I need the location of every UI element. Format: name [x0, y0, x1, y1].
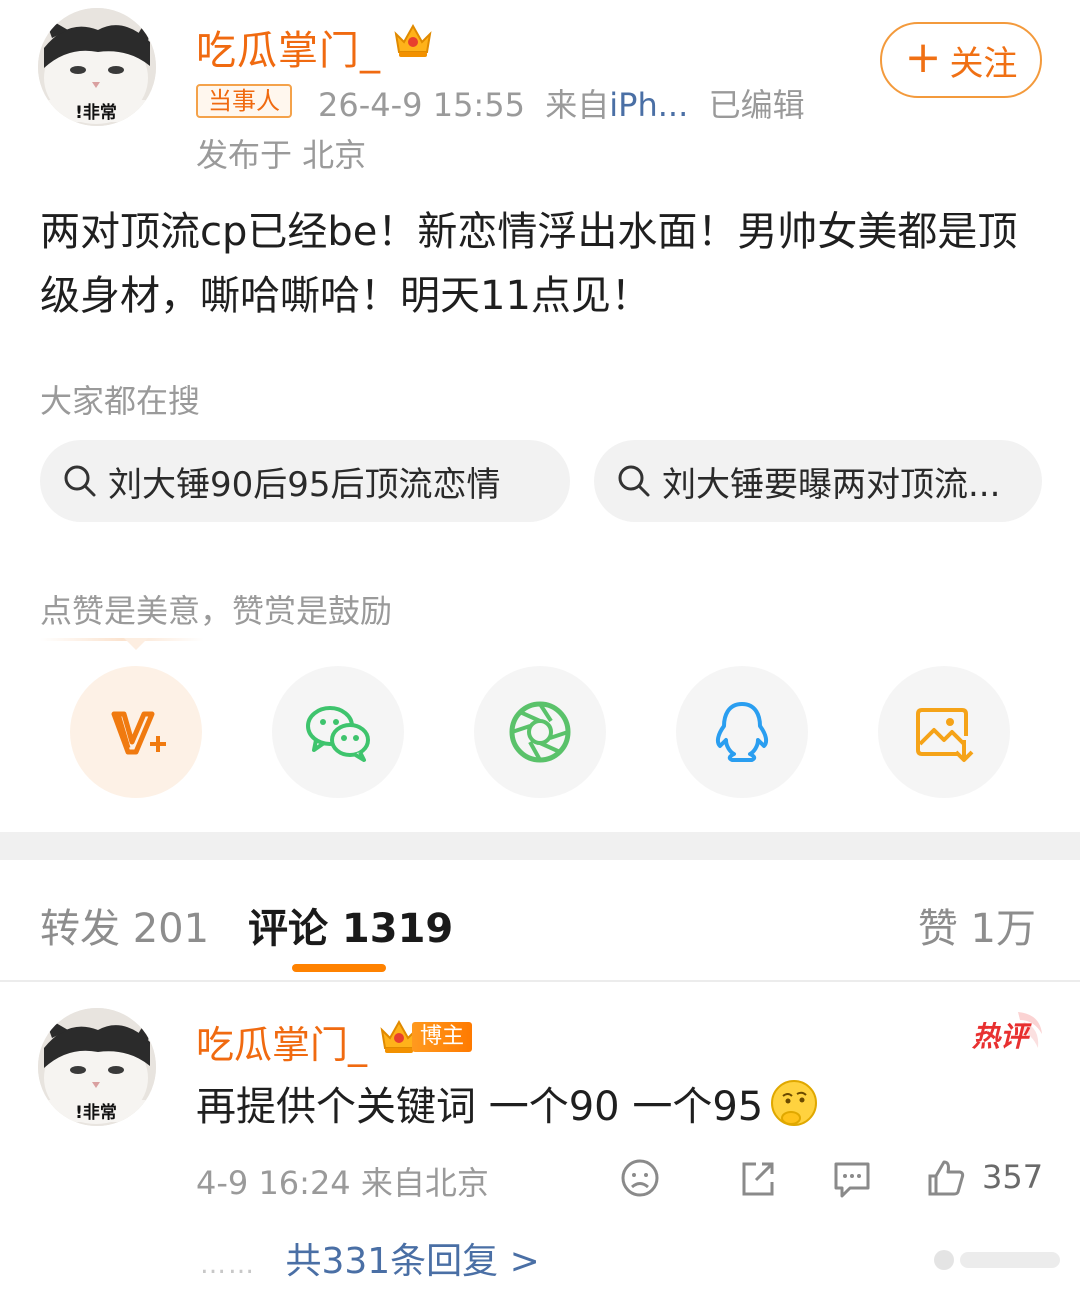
post-meta: 26-4-9 15:55 来自iPh... 已编辑 [318, 80, 805, 126]
follow-button[interactable]: + 关注 [880, 22, 1042, 98]
thinking-emoji-icon [771, 1080, 818, 1126]
post-from-prefix: 来自 [545, 86, 610, 124]
section-divider [0, 832, 1080, 860]
thumbs-up-icon[interactable] [924, 1156, 968, 1200]
cat-avatar-image: !非常 [38, 1008, 156, 1126]
trending-search-chip[interactable]: 刘大锤要曝两对顶流... [594, 440, 1042, 522]
comment-text: 再提供个关键词 一个90 一个95 [196, 1074, 819, 1132]
weibo-v-plus-icon [111, 711, 166, 755]
tab-likes[interactable]: 赞 1万 [918, 896, 1036, 954]
author-name[interactable]: 吃瓜掌门_ [196, 18, 381, 76]
share-weibo-button[interactable] [70, 666, 202, 798]
post-edited[interactable]: 已编辑 [709, 86, 805, 124]
replies-dots: …… [200, 1250, 256, 1280]
comment-meta: 4-9 16:24 来自北京 [196, 1164, 489, 1202]
post-time: 26-4-9 15:55 [318, 86, 525, 124]
cat-avatar-image: !非常 [38, 8, 156, 126]
save-image-icon [916, 708, 974, 762]
share-qq-button[interactable] [676, 666, 808, 798]
vip-crown-icon [394, 23, 432, 57]
reward-label: 点赞是美意，赞赏是鼓励 [40, 592, 393, 630]
follow-label: 关注 [949, 43, 1018, 84]
post-source[interactable]: iPh... [609, 86, 688, 124]
reward-pointer [124, 638, 148, 650]
share-save-image-button[interactable] [878, 666, 1010, 798]
hot-tag-label: 热评 [971, 1020, 1032, 1053]
post-location: 发布于 北京 [196, 136, 367, 174]
share-wechat-button[interactable] [272, 666, 404, 798]
tab-reposts[interactable]: 转发 201 [40, 896, 209, 954]
share-moments-button[interactable] [474, 666, 606, 798]
comment-body: 再提供个关键词 一个90 一个95 [196, 1084, 764, 1130]
search-chip-label: 刘大锤要曝两对顶流... [662, 464, 1001, 505]
author-avatar[interactable]: !非常 [38, 8, 156, 126]
plus-icon: + [904, 32, 942, 83]
svg-text:!非常: !非常 [75, 102, 117, 123]
blogger-badge: 博主 [412, 1022, 473, 1052]
tab-divider [0, 980, 1080, 982]
commenter-avatar[interactable]: !非常 [38, 1008, 156, 1126]
search-icon [64, 465, 96, 497]
repost-icon[interactable] [736, 1156, 780, 1200]
search-icon [618, 465, 650, 497]
replies-label: 共331条回复 > [285, 1241, 540, 1282]
commenter-name[interactable]: 吃瓜掌门_ [196, 1014, 367, 1069]
wechat-icon [306, 706, 370, 762]
like-count: 357 [982, 1158, 1044, 1196]
qq-icon [715, 702, 769, 762]
tab-comments[interactable]: 评论 1319 [248, 896, 453, 954]
trending-search-chip[interactable]: 刘大锤90后95后顶流恋情 [40, 440, 570, 522]
post-text: 两对顶流cp已经be！新恋情浮出水面！男帅女美都是顶级身材，嘶哈嘶哈！明天11点… [40, 209, 1018, 319]
trending-search-label: 大家都在搜 [40, 382, 201, 420]
svg-text:!非常: !非常 [75, 1102, 117, 1123]
reward-divider [40, 638, 204, 641]
comment-icon[interactable] [830, 1156, 874, 1200]
hot-comment-tag: 热评 [971, 1012, 1042, 1053]
watermark-image [934, 1250, 1060, 1270]
dislike-icon[interactable] [618, 1156, 662, 1200]
view-replies-link[interactable]: …… 共331条回复 > [200, 1232, 540, 1284]
role-badge: 当事人 [196, 84, 292, 118]
moments-icon [509, 701, 571, 763]
active-tab-indicator [292, 964, 386, 972]
search-chip-label: 刘大锤90后95后顶流恋情 [108, 464, 501, 505]
